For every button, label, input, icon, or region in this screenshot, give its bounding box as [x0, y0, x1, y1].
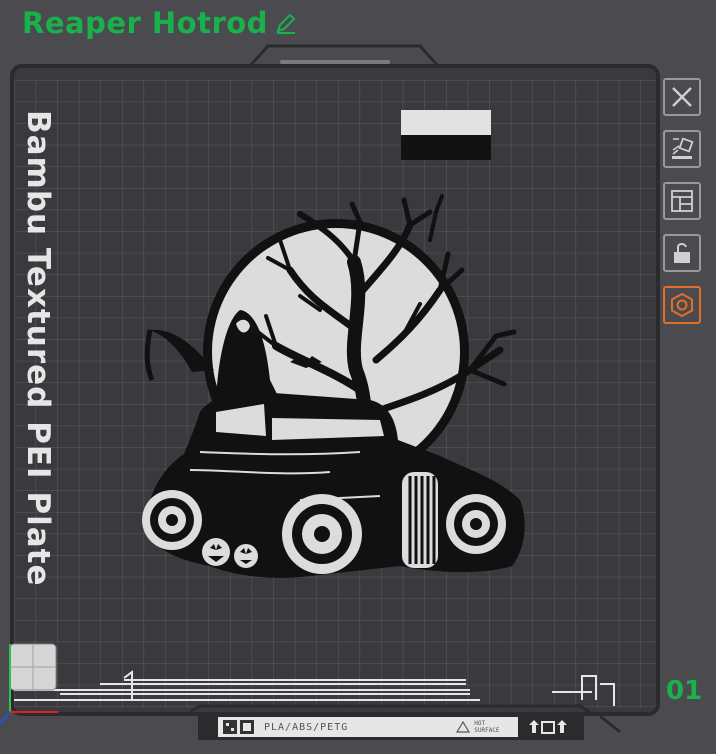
layout-icon: [671, 190, 693, 212]
lock-icon: [674, 243, 690, 263]
project-title[interactable]: Reaper Hotrod: [22, 6, 298, 40]
build-plate-view[interactable]: [0, 0, 716, 754]
plate-footer: PLA/ABS/PETG HOT SURFACE: [218, 716, 578, 738]
close-button[interactable]: [663, 78, 701, 116]
plate-type-label: Bambu Textured PEI Plate: [20, 110, 56, 587]
auto-arrange-icon: [672, 137, 694, 159]
layout-button[interactable]: [663, 182, 701, 220]
lock-button[interactable]: [663, 234, 701, 272]
hot-surface-label: HOT SURFACE: [474, 720, 500, 734]
edit-icon[interactable]: [274, 11, 298, 35]
close-icon: [672, 87, 692, 107]
settings-icon: [671, 292, 693, 318]
auto-arrange-button[interactable]: [663, 130, 701, 168]
plate-orientation-icon: [528, 720, 567, 734]
warning-icon: [456, 721, 471, 733]
filament-color-swatch: [401, 110, 491, 160]
plate-toolbar: [663, 78, 705, 338]
project-title-text[interactable]: Reaper Hotrod: [22, 6, 268, 40]
plate-settings-button[interactable]: [663, 286, 701, 324]
plate-number: 01: [666, 676, 703, 706]
filament-types-label: PLA/ABS/PETG: [264, 721, 349, 733]
qr-icon: [223, 720, 254, 734]
